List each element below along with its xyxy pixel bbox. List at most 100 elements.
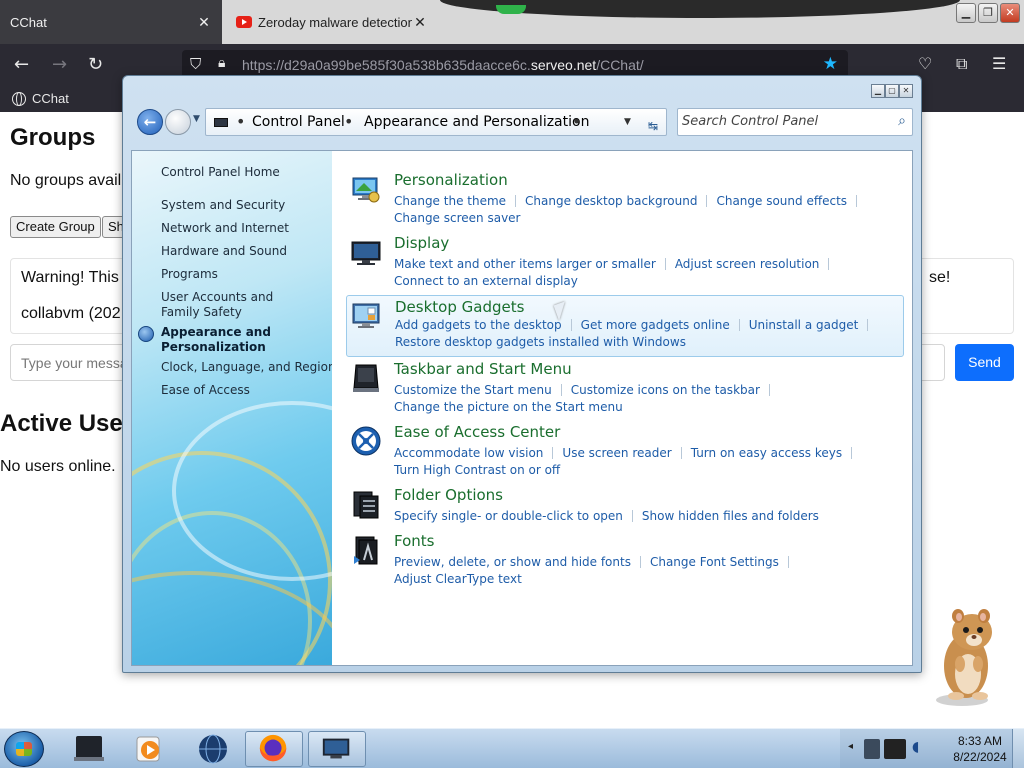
- link-change-start-menu-picture[interactable]: Change the picture on the Start menu: [394, 400, 623, 414]
- category-title[interactable]: Ease of Access Center: [394, 423, 560, 441]
- chevron-down-icon[interactable]: ▼: [193, 114, 200, 124]
- category-desktop-gadgets[interactable]: Desktop Gadgets Add gadgets to the deskt…: [346, 295, 904, 357]
- link-change-theme[interactable]: Change the theme: [394, 194, 506, 208]
- forward-arrow-icon[interactable]: →: [52, 54, 67, 75]
- maximize-icon[interactable]: ▢: [885, 84, 899, 98]
- chevron-down-icon[interactable]: ▼: [624, 117, 631, 127]
- sidebar-item-control-panel-home[interactable]: Control Panel Home: [161, 165, 280, 179]
- category-display: Display Make text and other items larger…: [346, 234, 904, 290]
- explorer-icon: [74, 736, 104, 761]
- close-icon[interactable]: ✕: [899, 84, 913, 98]
- clock[interactable]: 8:33 AM 8/22/2024: [940, 733, 1020, 765]
- link-customize-taskbar-icons[interactable]: Customize icons on the taskbar: [571, 383, 760, 397]
- taskbar-item-media-player[interactable]: [120, 731, 178, 767]
- sidebar-item-ease-of-access[interactable]: Ease of Access: [161, 383, 250, 397]
- search-input[interactable]: Search Control Panel ⌕: [677, 108, 913, 136]
- sidebar-item-programs[interactable]: Programs: [161, 267, 218, 281]
- hamster-pet-icon: [936, 609, 992, 706]
- close-icon[interactable]: ✕: [196, 14, 212, 31]
- create-group-button[interactable]: Create Group: [10, 216, 101, 238]
- category-title[interactable]: Fonts: [394, 532, 434, 550]
- link-uninstall-gadget[interactable]: Uninstall a gadget: [749, 318, 859, 332]
- link-change-desktop-background[interactable]: Change desktop background: [525, 194, 697, 208]
- tab-zeroday[interactable]: Zeroday malware detection wi ✕: [226, 0, 438, 44]
- link-high-contrast[interactable]: Turn High Contrast on or off: [394, 463, 560, 477]
- breadcrumb-control-panel[interactable]: Control Panel: [252, 114, 345, 130]
- category-title[interactable]: Personalization: [394, 171, 508, 189]
- taskbar-item-firefox[interactable]: [245, 731, 303, 767]
- taskbar-item-explorer[interactable]: [60, 731, 118, 767]
- sidebar-item-user-accounts[interactable]: User Accounts and Family Safety: [161, 290, 311, 320]
- action-center-icon[interactable]: [884, 739, 906, 759]
- link-connect-external-display[interactable]: Connect to an external display: [394, 274, 578, 288]
- back-button[interactable]: ←: [137, 109, 163, 135]
- category-title[interactable]: Taskbar and Start Menu: [394, 360, 572, 378]
- link-adjust-screen-resolution[interactable]: Adjust screen resolution: [675, 257, 820, 271]
- sidebar-item-clock-language[interactable]: Clock, Language, and Region: [161, 360, 332, 374]
- sidebar: Control Panel Home System and Security N…: [132, 151, 332, 665]
- back-arrow-icon[interactable]: ←: [14, 54, 29, 75]
- category-title[interactable]: Folder Options: [394, 486, 503, 504]
- show-desktop-button[interactable]: [1012, 729, 1024, 768]
- clock-time: 8:33 AM: [957, 734, 1003, 748]
- minimize-icon[interactable]: ▁: [956, 3, 976, 23]
- taskbar-item-globe[interactable]: [184, 731, 242, 767]
- chevron-up-icon[interactable]: ◂: [848, 741, 853, 752]
- link-change-screen-saver[interactable]: Change screen saver: [394, 211, 521, 225]
- address-field[interactable]: • Control Panel • Appearance and Persona…: [205, 108, 667, 136]
- link-divider: [851, 447, 853, 459]
- menu-icon[interactable]: ☰: [992, 54, 1006, 73]
- link-change-font-settings[interactable]: Change Font Settings: [650, 555, 779, 569]
- refresh-icon[interactable]: ↹: [648, 119, 658, 133]
- link-divider: [768, 384, 770, 396]
- browser-tab-strip: CChat ✕ Zeroday malware detection wi ✕ ▁…: [0, 0, 1024, 44]
- volume-icon[interactable]: ◖: [912, 739, 919, 755]
- bookmark-star-icon[interactable]: ★: [823, 54, 838, 74]
- send-button[interactable]: Send: [955, 344, 1014, 381]
- extensions-icon[interactable]: ⧉: [956, 54, 967, 74]
- link-use-screen-reader[interactable]: Use screen reader: [562, 446, 671, 460]
- link-show-hidden-files[interactable]: Show hidden files and folders: [642, 509, 819, 523]
- tab-cchat[interactable]: CChat ✕: [0, 0, 222, 44]
- link-preview-fonts[interactable]: Preview, delete, or show and hide fonts: [394, 555, 631, 569]
- link-get-more-gadgets[interactable]: Get more gadgets online: [581, 318, 730, 332]
- close-icon[interactable]: ✕: [412, 14, 428, 31]
- link-change-sound-effects[interactable]: Change sound effects: [716, 194, 847, 208]
- link-accommodate-low-vision[interactable]: Accommodate low vision: [394, 446, 543, 460]
- link-single-double-click[interactable]: Specify single- or double-click to open: [394, 509, 623, 523]
- link-adjust-cleartype[interactable]: Adjust ClearType text: [394, 572, 522, 586]
- link-divider: [738, 319, 740, 331]
- taskbar-item-control-panel[interactable]: [308, 731, 366, 767]
- pocket-icon[interactable]: ♡: [918, 54, 932, 73]
- link-easy-access-keys[interactable]: Turn on easy access keys: [691, 446, 842, 460]
- breadcrumb-appearance[interactable]: Appearance and Personalization: [364, 114, 589, 130]
- category-folder-options: Folder Options Specify single- or double…: [346, 486, 904, 526]
- category-title[interactable]: Desktop Gadgets: [395, 298, 524, 316]
- close-icon[interactable]: ✕: [1000, 3, 1020, 23]
- start-button[interactable]: [4, 731, 44, 767]
- category-list: Personalization Change the theme Change d…: [332, 151, 912, 665]
- reload-icon[interactable]: ↻: [88, 54, 103, 75]
- shield-icon[interactable]: ⛉: [190, 55, 201, 73]
- lock-icon[interactable]: 🔒︎: [218, 55, 225, 71]
- forward-button[interactable]: [165, 109, 191, 135]
- search-icon[interactable]: ⌕: [898, 113, 906, 129]
- link-add-gadgets[interactable]: Add gadgets to the desktop: [395, 318, 562, 332]
- link-make-text-larger[interactable]: Make text and other items larger or smal…: [394, 257, 656, 271]
- sidebar-item-appearance[interactable]: Appearance and Personalization: [161, 325, 281, 355]
- control-panel-window[interactable]: ▁ ▢ ✕ ← ▼ • Control Panel • Appearance a…: [122, 75, 922, 673]
- restore-icon[interactable]: ❐: [978, 3, 998, 23]
- active-users-heading: Active Use: [0, 410, 123, 437]
- link-restore-gadgets[interactable]: Restore desktop gadgets installed with W…: [395, 335, 686, 349]
- minimize-icon[interactable]: ▁: [871, 84, 885, 98]
- bookmark-cchat[interactable]: CChat: [12, 91, 69, 106]
- sidebar-item-hardware-sound[interactable]: Hardware and Sound: [161, 244, 287, 258]
- url-text[interactable]: https://d29a0a99be585f30a538b635daacce6c…: [242, 57, 644, 73]
- network-icon[interactable]: [864, 739, 880, 759]
- no-users-text: No users online.: [0, 458, 116, 475]
- sidebar-item-system-security[interactable]: System and Security: [161, 198, 285, 212]
- category-title[interactable]: Display: [394, 234, 449, 252]
- link-customize-start-menu[interactable]: Customize the Start menu: [394, 383, 552, 397]
- sidebar-item-network-internet[interactable]: Network and Internet: [161, 221, 289, 235]
- address-toolbar: ← ▼ • Control Panel • Appearance and Per…: [135, 104, 913, 140]
